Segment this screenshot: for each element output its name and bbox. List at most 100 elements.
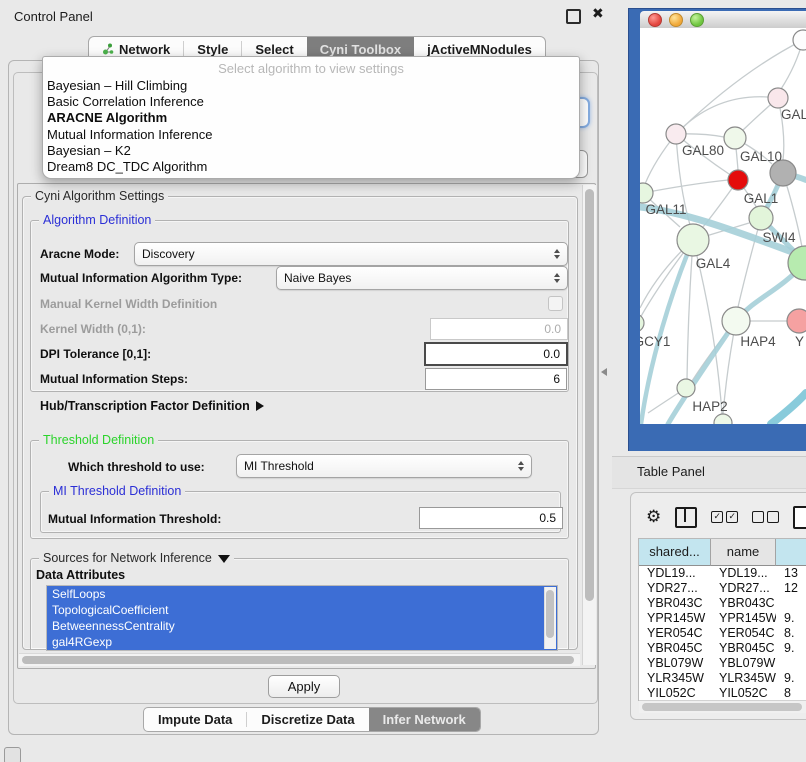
table-row[interactable]: YBR045CYBR045C9. bbox=[639, 641, 806, 656]
list-scrollbar-thumb[interactable] bbox=[546, 590, 554, 638]
control-panel-title: Control Panel bbox=[14, 9, 93, 24]
column-header-shared...[interactable]: shared... bbox=[639, 539, 711, 566]
network-node-gcy1[interactable] bbox=[640, 314, 644, 332]
kernel-width-input[interactable]: 0.0 bbox=[430, 318, 568, 340]
mi-type-select[interactable]: Naive Bayes bbox=[276, 266, 568, 290]
manual-kernel-checkbox[interactable] bbox=[548, 296, 563, 311]
network-canvas[interactable]: GALGAL80GAL10GAL1GAL11SWI4GAL4GCY1HAP4YH… bbox=[640, 28, 806, 424]
float-panel-icon[interactable] bbox=[566, 9, 581, 24]
network-edge[interactable] bbox=[771, 393, 806, 424]
aracne-mode-select[interactable]: Discovery bbox=[134, 242, 568, 266]
network-edge[interactable] bbox=[643, 180, 728, 193]
network-node-label: HAP2 bbox=[692, 399, 727, 414]
hub-definition-toggle[interactable]: Hub/Transcription Factor Definition bbox=[40, 399, 264, 413]
vertical-scrollbar[interactable] bbox=[582, 185, 596, 665]
close-traffic-light-icon[interactable] bbox=[648, 13, 662, 27]
horizontal-scrollbar[interactable] bbox=[19, 653, 580, 666]
network-edge[interactable] bbox=[676, 97, 778, 134]
table-horizontal-scrollbar[interactable] bbox=[639, 700, 806, 713]
export-table-icon[interactable] bbox=[793, 506, 806, 529]
table-row[interactable]: YPR145WYPR145W9. bbox=[639, 611, 806, 626]
deselect-all-checkboxes-icon[interactable] bbox=[752, 511, 779, 523]
algorithm-option[interactable]: ARACNE Algorithm bbox=[43, 110, 579, 126]
network-node-label: GAL80 bbox=[682, 143, 724, 158]
column-header-name[interactable]: name bbox=[711, 539, 776, 566]
table-row[interactable]: YDL19...YDL19...13 bbox=[639, 566, 806, 581]
algorithm-option[interactable]: Dream8 DC_TDC Algorithm bbox=[43, 159, 579, 175]
close-icon[interactable]: ✖ bbox=[592, 5, 604, 22]
network-node-gal80[interactable] bbox=[666, 124, 686, 144]
which-threshold-value: MI Threshold bbox=[244, 459, 314, 473]
algorithm-option[interactable]: Mutual Information Inference bbox=[43, 127, 579, 143]
algorithm-option[interactable]: Bayesian – Hill Climbing bbox=[43, 78, 579, 94]
table-row[interactable]: YBL079WYBL079W bbox=[639, 656, 806, 671]
table-row[interactable]: YIL052CYIL052C8 bbox=[639, 686, 806, 701]
network-edge[interactable] bbox=[668, 263, 805, 424]
bottom-tab-impute-data[interactable]: Impute Data bbox=[144, 708, 246, 731]
table-header-row: shared...name bbox=[639, 539, 806, 566]
algorithm-option[interactable]: Basic Correlation Inference bbox=[43, 94, 579, 110]
data-attributes-list[interactable]: SelfLoopsTopologicalCoefficientBetweenne… bbox=[46, 585, 558, 651]
aracne-mode-label: Aracne Mode: bbox=[40, 247, 119, 261]
apply-button[interactable]: Apply bbox=[268, 675, 340, 698]
select-all-checkboxes-icon[interactable]: ✓✓ bbox=[711, 511, 738, 523]
table-cell: 13 bbox=[776, 566, 806, 581]
network-node[interactable] bbox=[793, 30, 806, 50]
table-row[interactable]: YLR345WYLR345W9. bbox=[639, 671, 806, 686]
table-horizontal-scrollbar-thumb[interactable] bbox=[642, 703, 802, 711]
attribute-list-item[interactable]: SelfLoops bbox=[47, 586, 557, 602]
table-cell: 12 bbox=[776, 581, 806, 596]
network-window-titlebar[interactable] bbox=[640, 11, 806, 29]
mi-steps-input[interactable]: 6 bbox=[425, 368, 567, 390]
node-table[interactable]: shared...nameYDL19...YDL19...13YDR27...Y… bbox=[638, 538, 806, 701]
network-node-y[interactable] bbox=[787, 309, 806, 333]
vertical-scrollbar-thumb[interactable] bbox=[585, 189, 594, 601]
sources-group-title: Sources for Network Inference bbox=[43, 551, 212, 565]
dpi-tolerance-input[interactable]: 0.0 bbox=[424, 342, 568, 366]
mi-threshold-value: 0.5 bbox=[539, 511, 556, 525]
mi-threshold-input[interactable]: 0.5 bbox=[419, 507, 563, 529]
threshold-definition-title: Threshold Definition bbox=[39, 433, 158, 447]
algorithm-option[interactable]: Bayesian – K2 bbox=[43, 143, 579, 159]
network-node-hap4[interactable] bbox=[722, 307, 750, 335]
dpi-tolerance-value: 0.0 bbox=[543, 347, 560, 361]
column-header-hidden[interactable] bbox=[776, 539, 806, 566]
table-cell: 8. bbox=[776, 626, 806, 641]
bottom-tab-discretize-data[interactable]: Discretize Data bbox=[247, 708, 368, 731]
network-node-swi4[interactable] bbox=[749, 206, 773, 230]
table-row[interactable]: YER054CYER054C8. bbox=[639, 626, 806, 641]
minimized-panel-icon[interactable] bbox=[4, 747, 21, 762]
attribute-list-item[interactable]: TopologicalCoefficient bbox=[47, 602, 557, 618]
horizontal-scrollbar-thumb[interactable] bbox=[22, 656, 574, 664]
network-node-gal10[interactable] bbox=[724, 127, 746, 149]
mi-threshold-label: Mutual Information Threshold: bbox=[48, 512, 221, 526]
network-node-hap2[interactable] bbox=[677, 379, 695, 397]
table-cell: 8 bbox=[776, 686, 806, 701]
list-scrollbar[interactable] bbox=[544, 587, 556, 649]
table-cell: YER054C bbox=[639, 626, 711, 641]
zoom-traffic-light-icon[interactable] bbox=[690, 13, 704, 27]
table-cell: YIL052C bbox=[639, 686, 711, 701]
table-cell: YPR145W bbox=[711, 611, 776, 626]
network-node-label: GAL1 bbox=[744, 191, 779, 206]
aracne-mode-value: Discovery bbox=[142, 247, 195, 261]
mi-steps-label: Mutual Information Steps: bbox=[40, 372, 188, 386]
panel-splitter-arrow-icon[interactable] bbox=[601, 368, 607, 376]
minimize-traffic-light-icon[interactable] bbox=[669, 13, 683, 27]
tab-label: Cyni Toolbox bbox=[320, 42, 401, 57]
network-edge[interactable] bbox=[687, 240, 693, 379]
table-row[interactable]: YBR043CYBR043C bbox=[639, 596, 806, 611]
network-node-gal1[interactable] bbox=[728, 170, 748, 190]
columns-icon[interactable] bbox=[675, 507, 697, 528]
network-node-gal4[interactable] bbox=[677, 224, 709, 256]
table-row[interactable]: YDR27...YDR27...12 bbox=[639, 581, 806, 596]
attribute-list-item[interactable]: BetweennessCentrality bbox=[47, 618, 557, 634]
network-node-gal[interactable] bbox=[768, 88, 788, 108]
which-threshold-select[interactable]: MI Threshold bbox=[236, 454, 532, 478]
network-node[interactable] bbox=[714, 414, 732, 424]
sources-group-title-wrap[interactable]: Sources for Network Inference bbox=[39, 551, 234, 565]
attribute-list-item[interactable]: gal4RGexp bbox=[47, 634, 557, 650]
table-cell: YDL19... bbox=[711, 566, 776, 581]
bottom-tab-infer-network[interactable]: Infer Network bbox=[369, 708, 480, 731]
gear-icon[interactable]: ⚙ bbox=[646, 507, 661, 527]
